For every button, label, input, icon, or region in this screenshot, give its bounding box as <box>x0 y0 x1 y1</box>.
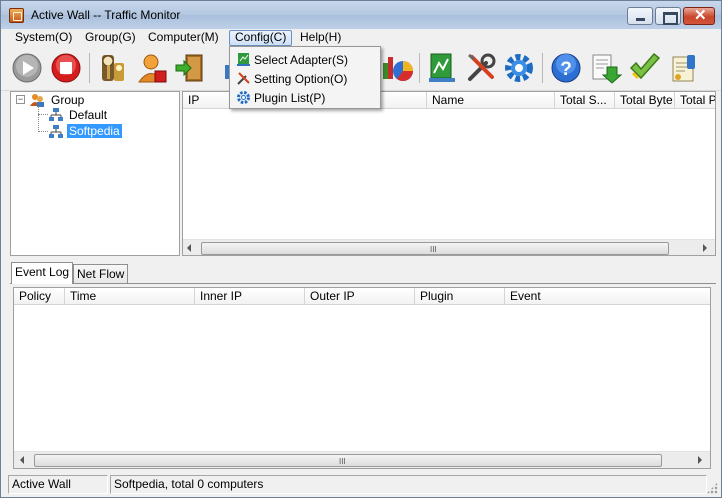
menu-group[interactable]: Group(G) <box>80 30 141 46</box>
column-header-total-sent[interactable]: Total S... <box>555 92 615 109</box>
settings-button[interactable] <box>502 51 536 85</box>
window-title: Active Wall -- Traffic Monitor <box>31 8 181 22</box>
user-icon <box>138 54 167 83</box>
rules-icon <box>672 55 695 82</box>
gear-icon <box>237 91 250 104</box>
app-icon <box>9 8 24 23</box>
download-button[interactable] <box>589 51 623 85</box>
stop-icon <box>51 53 81 83</box>
menu-system[interactable]: System(O) <box>10 30 77 46</box>
status-app-name: Active Wall <box>8 475 108 494</box>
tools-button[interactable] <box>464 51 498 85</box>
column-header-plugin[interactable]: Plugin <box>415 288 505 305</box>
scroll-left-arrow-icon[interactable] <box>20 456 24 464</box>
scroll-right-arrow-icon[interactable] <box>703 244 707 252</box>
column-header-total-byte[interactable]: Total Byte <box>615 92 675 109</box>
toolbar-separator <box>542 53 543 83</box>
tree-connector <box>38 114 48 115</box>
tab-event-log[interactable]: Event Log <box>11 262 74 284</box>
scroll-grip: III <box>430 245 437 254</box>
menu-item-label: Setting Option(O) <box>254 72 348 86</box>
menu-bar: System(O) Group(G) Computer(M) Config(C)… <box>1 29 721 47</box>
column-header-outer-ip[interactable]: Outer IP <box>305 288 415 305</box>
keys-button[interactable] <box>96 51 130 85</box>
stop-button[interactable] <box>49 51 83 85</box>
play-button[interactable] <box>10 51 44 85</box>
column-header-policy[interactable]: Policy <box>14 288 65 305</box>
checkmark-icon <box>629 52 661 80</box>
rules-button[interactable] <box>667 51 701 85</box>
menu-config[interactable]: Config(C) <box>229 30 293 46</box>
toolbar-separator <box>419 53 420 83</box>
menu-help[interactable]: Help(H) <box>295 30 346 46</box>
column-header-total-packets[interactable]: Total P <box>675 92 715 109</box>
scroll-thumb[interactable]: III <box>201 242 669 255</box>
gear-icon <box>505 54 533 82</box>
column-header-time[interactable]: Time <box>65 288 195 305</box>
chart-icon <box>383 57 413 81</box>
group-icon <box>30 94 44 107</box>
play-icon <box>12 53 42 83</box>
exit-button[interactable] <box>173 51 207 85</box>
door-exit-icon <box>175 54 203 82</box>
keys-icon <box>102 55 124 81</box>
column-header-event[interactable]: Event <box>505 288 710 305</box>
tree-connector <box>38 106 39 132</box>
help-icon: ? <box>551 53 581 83</box>
network-icon <box>49 108 63 121</box>
menu-item-select-adapter[interactable]: Select Adapter(S) <box>232 50 378 69</box>
close-button[interactable]: ✕ <box>683 7 715 25</box>
apply-button[interactable] <box>628 51 662 85</box>
tab-net-flow[interactable]: Net Flow <box>73 264 129 284</box>
title-bar[interactable]: Active Wall -- Traffic Monitor ✕ <box>1 1 721 29</box>
computer-list[interactable]: IP Name Total S... Total Byte Total P II… <box>182 91 716 256</box>
tree-connector <box>38 131 48 132</box>
resize-grip[interactable] <box>706 482 718 494</box>
scroll-left-arrow-icon[interactable] <box>187 244 191 252</box>
network-button[interactable] <box>425 51 459 85</box>
tools-icon <box>237 72 250 85</box>
scroll-grip: III <box>339 457 346 466</box>
column-header-name[interactable]: Name <box>427 92 555 109</box>
group-tree[interactable]: − Group Default Softpedia <box>10 91 180 256</box>
menu-computer[interactable]: Computer(M) <box>143 30 224 46</box>
download-icon <box>592 54 623 84</box>
tree-item-default[interactable]: Default <box>69 108 107 122</box>
collapse-toggle[interactable]: − <box>16 95 25 104</box>
network-icon <box>49 125 63 138</box>
close-icon: ✕ <box>694 7 707 24</box>
minimize-button[interactable] <box>627 7 653 25</box>
horizontal-scrollbar[interactable]: III <box>183 239 715 255</box>
adapter-icon <box>237 53 250 66</box>
scroll-right-arrow-icon[interactable] <box>698 456 702 464</box>
help-button[interactable]: ? <box>549 51 583 85</box>
tree-item-softpedia[interactable]: Softpedia <box>67 124 122 138</box>
menu-item-plugin-list[interactable]: Plugin List(P) <box>232 88 378 107</box>
tab-strip-border <box>10 283 716 284</box>
maximize-button[interactable] <box>655 7 681 25</box>
user-button[interactable] <box>135 51 169 85</box>
tools-icon <box>468 53 496 81</box>
horizontal-scrollbar[interactable]: III <box>14 451 710 468</box>
status-info: Softpedia, total 0 computers <box>110 475 707 494</box>
scroll-thumb[interactable]: III <box>34 454 662 467</box>
menu-item-setting-option[interactable]: Setting Option(O) <box>232 69 378 88</box>
main-window: Active Wall -- Traffic Monitor ✕ System(… <box>0 0 722 498</box>
status-bar: Active Wall Softpedia, total 0 computers <box>1 473 721 497</box>
event-log-list[interactable]: Policy Time Inner IP Outer IP Plugin Eve… <box>13 287 711 469</box>
config-dropdown-menu: Select Adapter(S) Setting Option(O) Plug… <box>229 46 381 109</box>
network-adapter-icon <box>429 53 455 82</box>
svg-text:?: ? <box>560 59 572 80</box>
chart-button[interactable] <box>381 51 415 85</box>
column-header-inner-ip[interactable]: Inner IP <box>195 288 305 305</box>
tree-item-group[interactable]: Group <box>51 93 84 107</box>
menu-item-label: Select Adapter(S) <box>254 53 349 67</box>
menu-item-label: Plugin List(P) <box>254 91 326 105</box>
toolbar-separator <box>89 53 90 83</box>
